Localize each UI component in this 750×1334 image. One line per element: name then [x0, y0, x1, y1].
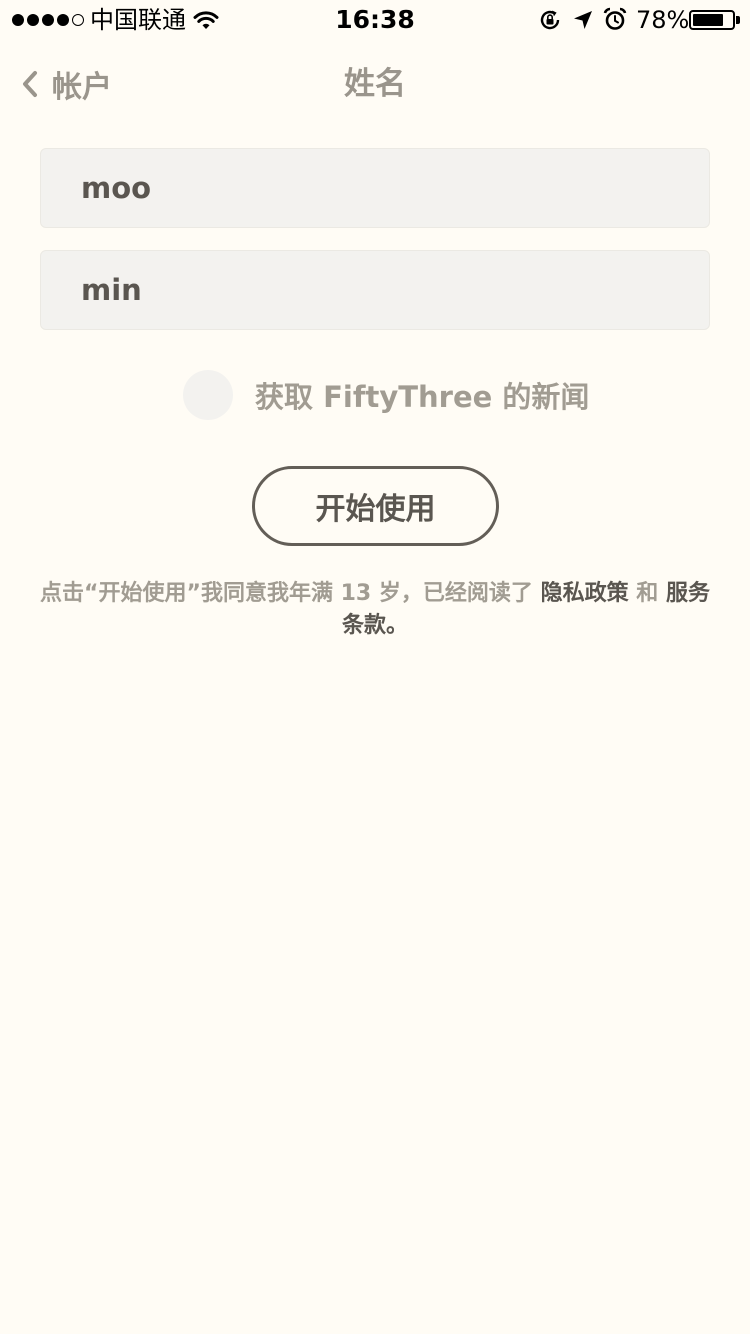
signal-dot-empty: [72, 14, 84, 26]
terms-prefix: 点击“开始使用”我同意我年满 13 岁，已经阅读了: [40, 581, 533, 606]
terms-conjunction: 和: [636, 581, 659, 606]
signal-dot: [57, 14, 69, 26]
signal-dot: [27, 14, 39, 26]
first-name-field: [40, 148, 710, 228]
location-arrow-icon: [574, 11, 592, 29]
status-bar: 中国联通 16:38 78%: [0, 0, 750, 40]
privacy-policy-link[interactable]: 隐私政策: [541, 581, 629, 606]
last-name-input[interactable]: [81, 251, 681, 329]
page-title: 姓名: [344, 66, 406, 102]
alarm-clock-icon: [603, 7, 627, 30]
first-name-input[interactable]: [81, 149, 681, 227]
carrier-name: 中国联通: [90, 6, 186, 34]
start-button[interactable]: 开始使用: [252, 466, 499, 546]
newsletter-checkbox[interactable]: [183, 370, 233, 420]
cellular-signal-icon: [12, 12, 84, 28]
last-name-field: [40, 250, 710, 330]
battery-icon: [689, 10, 743, 32]
terms-notice: 点击“开始使用”我同意我年满 13 岁，已经阅读了 隐私政策 和 服务条款。: [40, 578, 710, 642]
battery-tip: [736, 16, 740, 24]
rotation-lock-icon: [540, 10, 560, 30]
battery-percentage: 78%: [636, 6, 690, 34]
signal-dot: [12, 14, 24, 26]
terms-suffix: 。: [386, 613, 409, 638]
wifi-icon: [193, 11, 219, 29]
newsletter-label: 获取 FiftyThree 的新闻: [255, 380, 590, 414]
battery-body: [689, 10, 735, 30]
navigation-bar: 帐户 姓名: [0, 40, 750, 128]
signal-dot: [42, 14, 54, 26]
newsletter-toggle[interactable]: 获取 FiftyThree 的新闻: [183, 370, 589, 420]
battery-fill: [693, 14, 723, 26]
